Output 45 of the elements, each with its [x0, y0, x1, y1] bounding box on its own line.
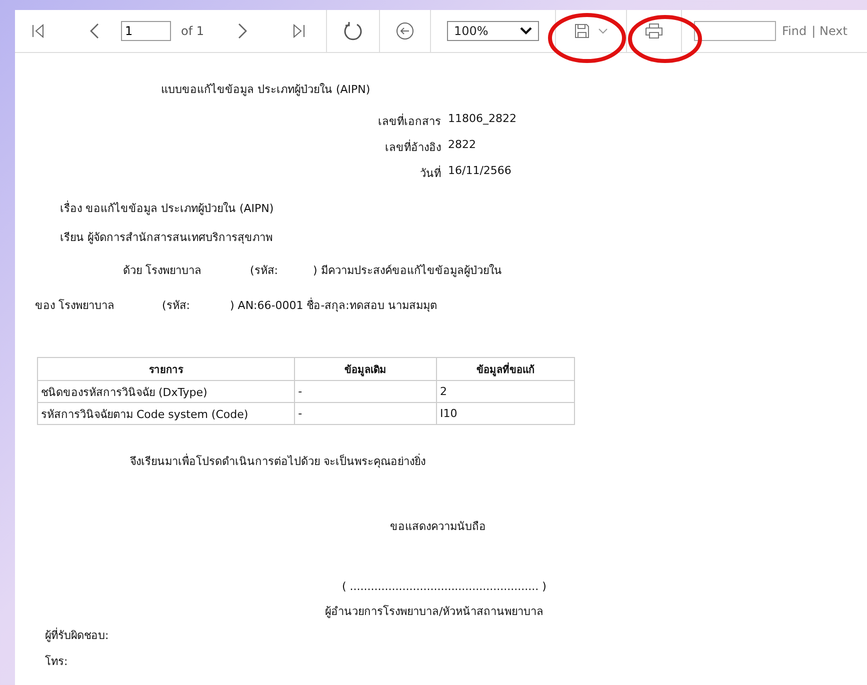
body-text: ) AN:66-0001 ชื่อ-สกุล:ทดสอบ นามสมมุต — [230, 296, 437, 314]
phone-label: โทร: — [45, 654, 68, 670]
subject-text: เรื่อง ขอแก้ไขข้อมูล ประเภทผู้ป่วยใน (AIPN) — [60, 200, 274, 217]
table-cell: ชนิดของรหัสการวินิจฉัย (DxType) — [38, 380, 295, 402]
next-page-icon[interactable] — [238, 23, 248, 39]
zoom-select[interactable]: 100% — [447, 21, 540, 41]
table-cell: รหัสการวินิจฉัยตาม Code system (Code) — [38, 402, 295, 424]
signature-line: ( ...................................................... ) — [342, 580, 546, 593]
find-link[interactable]: Find — [782, 24, 807, 38]
column-header: รายการ — [38, 358, 295, 380]
signer-title: ผู้อำนวยการโรงพยาบาล/หัวหน้าสถานพยาบาล — [325, 604, 544, 620]
previous-page-icon[interactable] — [89, 23, 99, 39]
body-text: ) มีความประสงค์ขอแก้ไขข้อมูลผู้ป่วยใน — [313, 263, 502, 279]
field-label: วันที่ — [419, 164, 441, 182]
page-count: of 1 — [181, 24, 204, 38]
body-text: (รหัส: — [162, 298, 191, 314]
next-link[interactable]: | Next — [812, 24, 848, 38]
regards-text: ขอแสดงความนับถือ — [390, 519, 486, 535]
recipient-text: เรียน ผู้จัดการสำนักสารสนเทศบริการสุขภาพ — [60, 230, 272, 246]
field-value: 16/11/2566 — [448, 164, 512, 179]
page-number-field[interactable]: 1 — [121, 21, 171, 41]
caret-icon[interactable] — [598, 28, 608, 34]
table-cell: I10 — [436, 402, 574, 424]
field-value: 2822 — [448, 138, 477, 153]
field-label: เลขที่เอกสาร — [377, 112, 441, 130]
find-field[interactable] — [694, 21, 776, 41]
print-icon[interactable] — [645, 23, 664, 39]
body-text: ของ โรงพยาบาล — [35, 298, 116, 314]
column-header: ข้อมูลเดิม — [294, 358, 437, 380]
first-page-icon[interactable] — [31, 24, 45, 38]
table-cell: - — [294, 402, 437, 424]
field-label: เลขที่อ้างอิง — [384, 138, 441, 156]
column-header: ข้อมูลที่ขอแก้ — [436, 358, 574, 380]
responsible-label: ผู้ที่รับผิดชอบ: — [45, 626, 109, 644]
document-title: แบบขอแก้ไขข้อมูล ประเภทผู้ป่วยใน (AIPN) — [161, 82, 370, 98]
field-value: 11806_2822 — [448, 112, 518, 127]
refresh-icon[interactable] — [343, 21, 364, 41]
last-page-icon[interactable] — [292, 24, 306, 38]
table-cell: 2 — [436, 380, 574, 402]
closing-text: จึงเรียนมาเพื่อโปรดดำเนินการต่อไปด้วย จะเป็นพระคุณอย่างยิ่ง — [130, 452, 426, 470]
body-text: (รหัส: — [250, 263, 279, 279]
back-icon[interactable] — [396, 22, 414, 40]
body-text: ด้วย โรงพยาบาล — [123, 263, 202, 279]
save-icon[interactable] — [574, 23, 590, 39]
table-cell: - — [294, 380, 437, 402]
